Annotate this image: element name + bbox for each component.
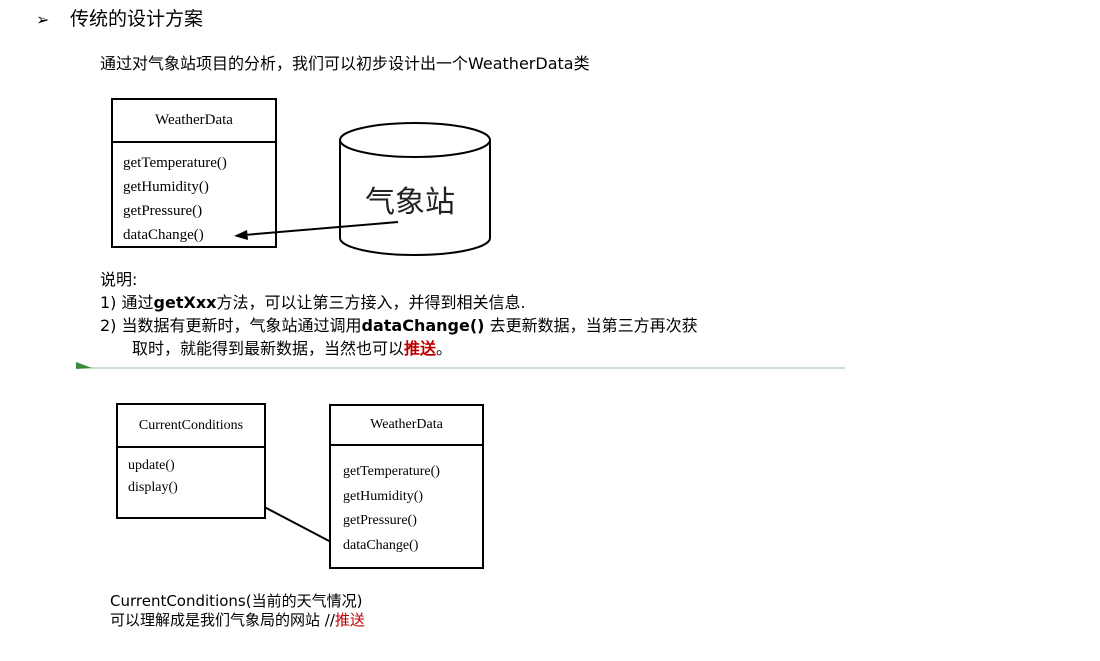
caption-block: CurrentConditions(当前的天气情况) 可以理解成是我们气象局的网… — [110, 592, 365, 630]
note-item-2: 2) 当数据有更新时，气象站通过调用dataChange() 去更新数据，当第三… — [100, 314, 698, 337]
push-highlight: 推送 — [404, 339, 437, 358]
note-bold: getXxx — [153, 293, 217, 312]
caption-line-2: 可以理解成是我们气象局的网站 //推送 — [110, 611, 365, 630]
weather-station-label: 气象站 — [365, 185, 455, 220]
divider-accent — [76, 362, 92, 369]
method-list: getTemperature() getHumidity() getPressu… — [331, 446, 482, 558]
method-item: getTemperature() — [343, 464, 440, 479]
class-title: WeatherData — [331, 406, 482, 446]
method-list: update() display() — [118, 448, 264, 499]
method-item: getHumidity() — [343, 488, 424, 504]
class-title: CurrentConditions — [118, 405, 264, 448]
note-item-1: 1) 通过getXxx方法，可以让第三方接入，并得到相关信息. — [100, 291, 698, 314]
method-item: dataChange() — [343, 537, 419, 553]
note-bold: dataChange() — [361, 316, 485, 335]
notes-title: 说明: — [100, 270, 138, 289]
note-number: 2) — [100, 316, 117, 335]
note-text: 去更新数据，当第三方再次获 — [484, 316, 698, 335]
caption-line-1: CurrentConditions(当前的天气情况) — [110, 592, 363, 610]
method-item: update() — [128, 458, 175, 473]
note-item-2-continued: 取时，就能得到最新数据，当然也可以推送。 — [100, 337, 698, 360]
caption-text: 可以理解成是我们气象局的网站 // — [110, 611, 335, 629]
push-highlight: 推送 — [334, 611, 365, 629]
weatherdata-class-box-2: WeatherData getTemperature() getHumidity… — [329, 404, 484, 569]
note-text: 通过 — [121, 293, 154, 312]
method-item: getPressure() — [343, 513, 417, 528]
note-text: 当数据有更新时，气象站通过调用 — [121, 316, 362, 335]
note-text: 取时，就能得到最新数据，当然也可以 — [132, 339, 405, 358]
note-number: 1) — [100, 293, 117, 312]
notes-block: 说明: 1) 通过getXxx方法，可以让第三方接入，并得到相关信息. 2) 当… — [100, 268, 698, 360]
note-text: 方法，可以让第三方接入，并得到相关信息. — [216, 293, 526, 312]
method-item: display() — [128, 480, 178, 495]
note-text: 。 — [436, 339, 453, 358]
currentconditions-class-box: CurrentConditions update() display() — [116, 403, 266, 519]
